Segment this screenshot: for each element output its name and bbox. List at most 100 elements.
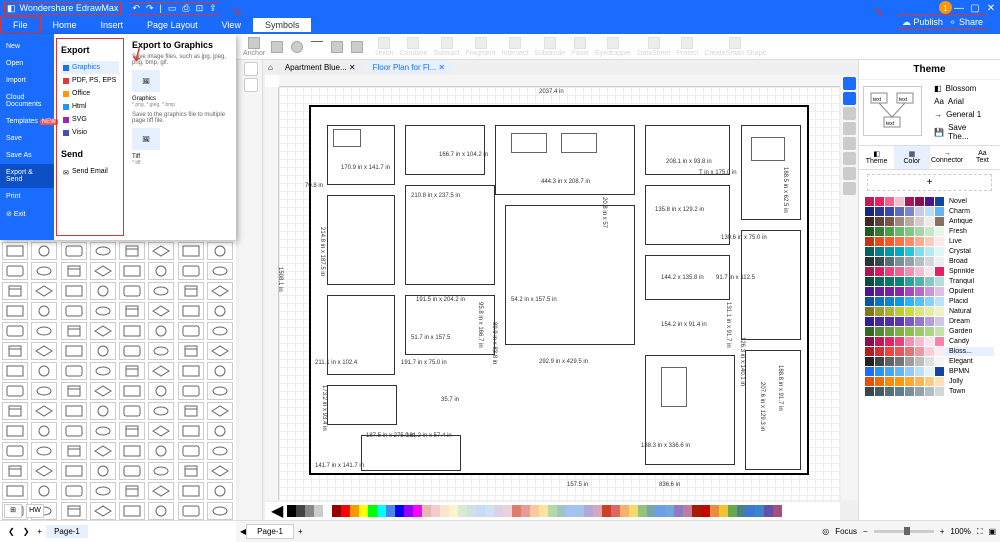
- doctab-home-icon[interactable]: ⌂: [264, 63, 277, 72]
- symbol-shape[interactable]: [2, 342, 28, 360]
- color-cell[interactable]: [512, 505, 521, 517]
- symbol-shape[interactable]: [178, 462, 204, 480]
- symbol-shape[interactable]: [2, 382, 28, 400]
- vtool-5-icon[interactable]: [843, 137, 856, 150]
- symbol-shape[interactable]: [31, 482, 57, 500]
- theme-tab-color[interactable]: ▦Color: [894, 146, 929, 169]
- bs-import[interactable]: Import: [0, 72, 54, 89]
- swatch-row[interactable]: Novel: [865, 197, 994, 206]
- tab-file[interactable]: File: [0, 17, 41, 33]
- export-tiff-tile[interactable]: 🖼: [132, 128, 160, 150]
- symbol-shape[interactable]: [148, 302, 174, 320]
- furniture[interactable]: [333, 129, 361, 147]
- room[interactable]: [327, 385, 397, 425]
- symbol-shape[interactable]: [148, 382, 174, 400]
- theme-tab-theme[interactable]: ◧Theme: [859, 146, 894, 169]
- furniture[interactable]: [661, 367, 687, 407]
- color-cell[interactable]: [386, 505, 395, 517]
- symbol-shape[interactable]: [148, 442, 174, 460]
- symbol-shape[interactable]: [207, 422, 233, 440]
- color-cell[interactable]: [449, 505, 458, 517]
- symbol-shape[interactable]: [119, 362, 145, 380]
- ribbon-paste[interactable]: Paste: [568, 37, 592, 57]
- color-cell[interactable]: [350, 505, 359, 517]
- zoom-slider[interactable]: [874, 530, 934, 533]
- swatch-row[interactable]: Opulent: [865, 287, 994, 296]
- swatch-row[interactable]: Elegant: [865, 357, 994, 366]
- symbol-shape[interactable]: [148, 362, 174, 380]
- symbol-shape[interactable]: [31, 382, 57, 400]
- symbol-shape[interactable]: [207, 402, 233, 420]
- swatch-row[interactable]: Dream: [865, 317, 994, 326]
- color-cell[interactable]: [494, 505, 503, 517]
- room[interactable]: [361, 435, 461, 471]
- color-cell[interactable]: [557, 505, 566, 517]
- ribbon-subtract[interactable]: Subtract: [431, 37, 463, 57]
- theme-tab-text[interactable]: AaText: [965, 146, 1000, 169]
- doctab-2[interactable]: Floor Plan for Fl... ✕: [365, 62, 454, 73]
- publish-button[interactable]: ☁ Publish: [902, 17, 943, 28]
- qat-redo-icon[interactable]: ↷: [146, 3, 154, 14]
- symbol-shape[interactable]: [119, 502, 145, 520]
- symbol-shape[interactable]: [31, 342, 57, 360]
- color-cell[interactable]: [287, 505, 296, 517]
- room[interactable]: [741, 230, 801, 340]
- opt-pdf[interactable]: PDF, PS, EPS: [61, 74, 119, 87]
- symbol-shape[interactable]: [119, 402, 145, 420]
- color-cell[interactable]: [368, 505, 377, 517]
- theme-tab-connector[interactable]: →Connector: [930, 146, 965, 169]
- ribbon-eyedropper[interactable]: Eyedropper: [592, 37, 634, 57]
- color-cell[interactable]: [593, 505, 602, 517]
- floorplan[interactable]: 170.9 in x 141.7 in 166.7 in x 104.2 in …: [309, 105, 809, 475]
- vtool-7-icon[interactable]: [843, 167, 856, 180]
- bs-save[interactable]: Save: [0, 130, 54, 147]
- canvas[interactable]: 2037.4 in 170.: [279, 87, 840, 500]
- symbol-shape[interactable]: [31, 422, 57, 440]
- swatch-row[interactable]: Live: [865, 237, 994, 246]
- color-cell[interactable]: [503, 505, 512, 517]
- symbol-shape[interactable]: [178, 242, 204, 260]
- opt-send-email[interactable]: ✉Send Email: [61, 165, 119, 178]
- symbol-shape[interactable]: [207, 382, 233, 400]
- bs-templates[interactable]: TemplatesNEW: [0, 113, 54, 130]
- swatch-row[interactable]: Sprinkle: [865, 267, 994, 276]
- page-add-icon[interactable]: +: [298, 527, 303, 536]
- opt-office[interactable]: Office: [61, 87, 119, 100]
- maximize-icon[interactable]: ▢: [970, 3, 980, 13]
- vtool-3-icon[interactable]: [843, 107, 856, 120]
- symbol-shape[interactable]: [148, 322, 174, 340]
- symbol-shape[interactable]: [61, 442, 87, 460]
- room[interactable]: [405, 125, 485, 175]
- symbol-shape[interactable]: [207, 262, 233, 280]
- symbol-shape[interactable]: [207, 322, 233, 340]
- color-cell[interactable]: [683, 505, 692, 517]
- color-cell[interactable]: [314, 505, 323, 517]
- symbol-shape[interactable]: [61, 322, 87, 340]
- theme-prop-save[interactable]: 💾Save The...: [934, 121, 988, 143]
- ribbon-protect[interactable]: Protect: [673, 37, 701, 57]
- vtool-8-icon[interactable]: [843, 182, 856, 195]
- vtool-1-icon[interactable]: [843, 77, 856, 90]
- room[interactable]: [505, 205, 635, 345]
- theme-preview[interactable]: texttexttext: [863, 86, 922, 136]
- symbol-shape[interactable]: [148, 462, 174, 480]
- symbol-shape[interactable]: [148, 402, 174, 420]
- room[interactable]: [645, 125, 730, 175]
- focus-icon[interactable]: ◎: [822, 527, 829, 536]
- opt-svg[interactable]: SVG: [61, 113, 119, 126]
- ribbon-more[interactable]: [348, 41, 366, 53]
- symbol-shape[interactable]: [2, 322, 28, 340]
- qat-save-icon[interactable]: ⎙: [182, 3, 189, 14]
- symbol-shape[interactable]: [119, 342, 145, 360]
- room[interactable]: [745, 350, 801, 470]
- sym-more-icon[interactable]: ⊞: [4, 504, 22, 518]
- qat-export-icon[interactable]: ⇪: [209, 3, 217, 14]
- color-cell[interactable]: [719, 505, 728, 517]
- close-icon[interactable]: ✕: [986, 3, 996, 13]
- symbol-shape[interactable]: [90, 502, 116, 520]
- symbol-shape[interactable]: [178, 502, 204, 520]
- furniture[interactable]: [751, 137, 785, 161]
- symbol-shape[interactable]: [178, 482, 204, 500]
- color-cell[interactable]: [737, 505, 746, 517]
- symbol-shape[interactable]: [2, 462, 28, 480]
